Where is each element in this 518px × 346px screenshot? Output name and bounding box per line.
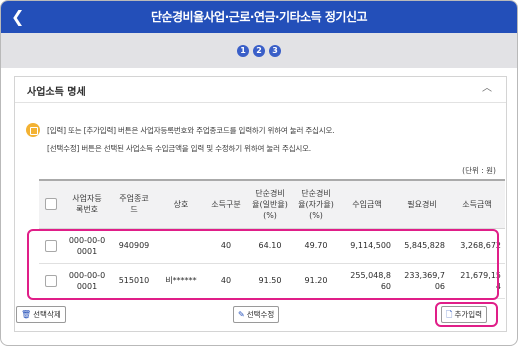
memo-icon bbox=[26, 123, 40, 137]
cell-rate-self: 91.20 bbox=[293, 263, 339, 299]
col-expense: 필요경비 bbox=[395, 179, 449, 229]
cell-name bbox=[157, 228, 205, 264]
col-rate-general: 단순경비 율(일반율) (%) bbox=[247, 179, 293, 229]
edit-selected-label: 선택수정 bbox=[246, 310, 275, 319]
col-biz-no: 사업자등 록번호 bbox=[63, 179, 111, 229]
delete-selected-label: 선택삭제 bbox=[33, 310, 61, 319]
info-note-2: [선택수정] 버튼은 선택된 사업소득 수입금액을 입력 및 수정하기 위하여 … bbox=[47, 144, 311, 153]
step-1: 1 bbox=[237, 45, 249, 57]
cell-rate-general: 91.50 bbox=[247, 263, 293, 299]
page-title: 단순경비율사업·근로·연금·기타소득 정기신고 bbox=[150, 10, 368, 24]
title-bar: ❮ 단순경비율사업·근로·연금·기타소득 정기신고 bbox=[1, 1, 517, 33]
row-checkbox[interactable] bbox=[45, 274, 57, 287]
col-code: 주업종코 드 bbox=[111, 179, 157, 229]
panel-header[interactable]: 사업소득 명세 ︿ bbox=[15, 77, 506, 103]
cell-name: 비****** bbox=[157, 263, 205, 299]
col-name: 상호 bbox=[157, 179, 205, 229]
col-income: 소득금액 bbox=[449, 179, 505, 229]
col-rate-self: 단순경비 율(자가율) (%) bbox=[293, 179, 339, 229]
add-button-highlight: 🗋 추가입력 bbox=[435, 302, 498, 327]
select-all-checkbox[interactable] bbox=[45, 198, 57, 211]
section-title: 사업소득 명세 bbox=[27, 87, 86, 98]
document-add-icon: 🗋 bbox=[446, 310, 453, 319]
table-row[interactable]: 000-00-0 0001 940909 40 64.10 49.70 9,114… bbox=[39, 228, 505, 264]
info-note-1: [입력] 또는 [추가입력] 버튼은 사업자등록번호와 주업종코드를 입력하기 … bbox=[47, 126, 335, 135]
cell-type: 40 bbox=[205, 263, 247, 299]
cell-code: 940909 bbox=[111, 228, 157, 264]
trash-icon: 🗑 bbox=[21, 310, 32, 319]
row-checkbox[interactable] bbox=[45, 239, 57, 252]
business-income-panel: 사업소득 명세 ︿ [입력] 또는 [추가입력] 버튼은 사업자등록번호와 주업… bbox=[14, 76, 507, 332]
pencil-icon: ✎ bbox=[238, 310, 245, 319]
cell-revenue: 255,048,8 60 bbox=[339, 263, 395, 299]
edit-selected-button[interactable]: ✎ 선택수정 bbox=[233, 306, 280, 323]
cell-biz-no: 000-00-0 0001 bbox=[63, 228, 111, 264]
dialog-frame: ❮ 단순경비율사업·근로·연금·기타소득 정기신고 1 2 3 사업소득 명세 … bbox=[0, 0, 518, 346]
cell-rate-self: 49.70 bbox=[293, 228, 339, 264]
cell-income: 3,268,672 bbox=[449, 228, 505, 264]
unit-label: (단위 : 원) bbox=[462, 166, 496, 175]
cell-expense: 233,369,7 06 bbox=[395, 263, 449, 299]
step-2: 2 bbox=[253, 45, 265, 57]
col-revenue: 수입금액 bbox=[339, 179, 395, 229]
col-type: 소득구분 bbox=[205, 179, 247, 229]
step-indicator: 1 2 3 bbox=[1, 45, 517, 57]
step-3: 3 bbox=[269, 45, 281, 57]
add-entry-label: 추가입력 bbox=[454, 310, 483, 319]
add-entry-button[interactable]: 🗋 추가입력 bbox=[441, 306, 488, 323]
delete-selected-button[interactable]: 🗑 선택삭제 bbox=[16, 306, 66, 323]
cell-code: 515010 bbox=[111, 263, 157, 299]
cell-expense: 5,845,828 bbox=[395, 228, 449, 264]
cell-revenue: 9,114,500 bbox=[339, 228, 395, 264]
step-indicator-bar: 1 2 3 bbox=[1, 33, 517, 68]
select-all-cell bbox=[39, 179, 63, 229]
cell-rate-general: 64.10 bbox=[247, 228, 293, 264]
table-row[interactable]: 000-00-0 0001 515010 비****** 40 91.50 91.… bbox=[39, 263, 505, 299]
business-income-table: 사업자등 록번호 주업종코 드 상호 소득구분 단순경비 율(일반율) (%) 단순경비… bbox=[39, 179, 505, 299]
cell-type: 40 bbox=[205, 228, 247, 264]
cell-biz-no: 000-00-0 0001 bbox=[63, 263, 111, 299]
chevron-up-icon[interactable]: ︿ bbox=[482, 83, 496, 95]
table-header-row: 사업자등 록번호 주업종코 드 상호 소득구분 단순경비 율(일반율) (%) 단순경비… bbox=[39, 179, 505, 229]
cell-income: 21,679,15 4 bbox=[449, 263, 505, 299]
